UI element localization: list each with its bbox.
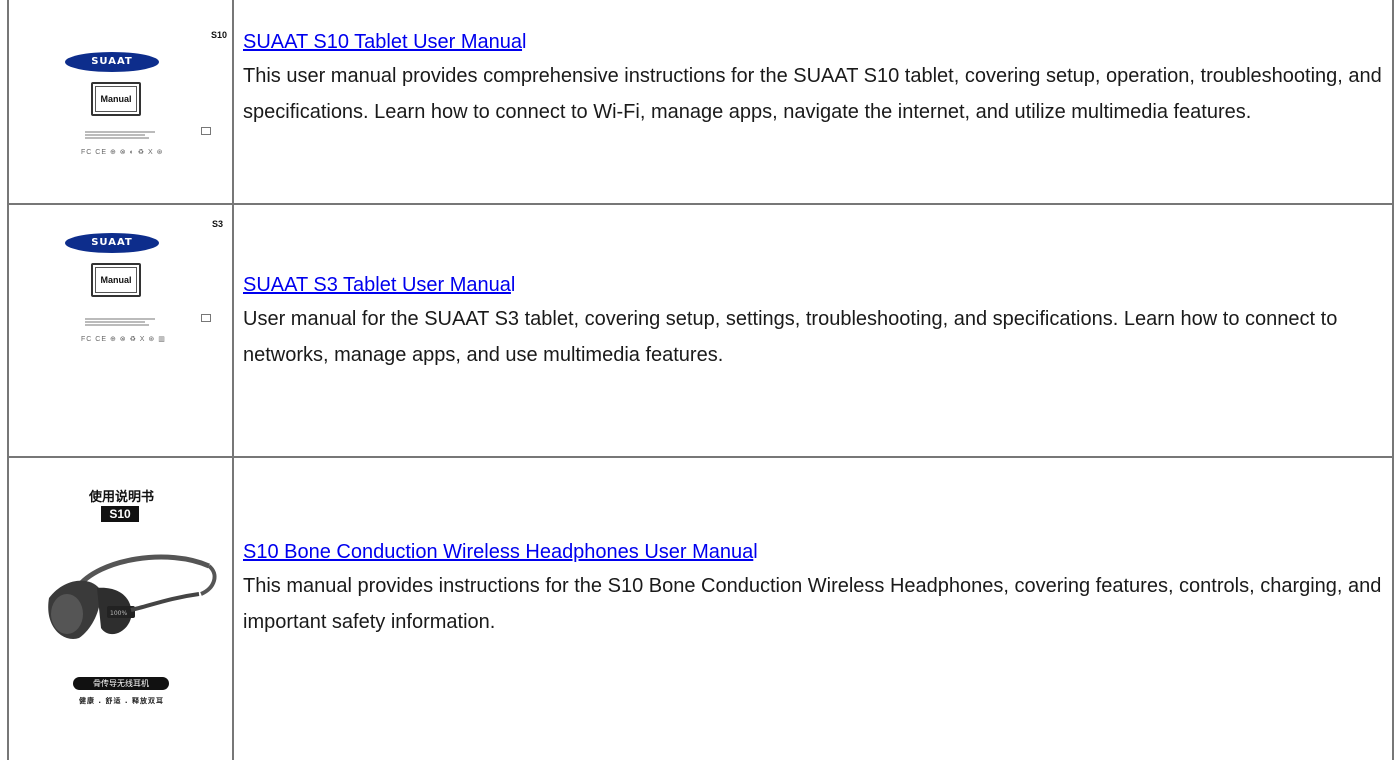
cover-manual-box: Manual xyxy=(91,82,141,116)
manual-title-tail: l xyxy=(753,541,758,563)
svg-text:100%: 100% xyxy=(110,610,127,617)
manual-entry: SUAAT S10 Tablet User Manual This user m… xyxy=(243,28,1382,130)
cover-model-label: S3 xyxy=(211,219,223,229)
cover-manual-box: Manual xyxy=(91,263,141,297)
thumbnail-cell: S3 SUAAT Manual FC CE ⊕ ⊗ ♻ X ⊛ ▥ xyxy=(9,205,234,456)
manual-title-tail: l xyxy=(522,31,527,53)
manual-cover-thumbnail[interactable]: 使用说明书 S10 100% 骨传导无线耳机 健康 . 舒适 . 释放双耳 xyxy=(9,458,234,744)
manual-title-link[interactable]: S10 Bone Conduction Wireless Headphones … xyxy=(243,541,753,563)
certification-icons: FC CE ⊕ ⊗ ♻ X ⊛ ▥ xyxy=(81,336,166,343)
cover-product-pill: 骨传导无线耳机 xyxy=(73,677,169,690)
manual-title-link[interactable]: SUAAT S3 Tablet User Manua xyxy=(243,274,511,296)
manual-title-tail: l xyxy=(510,274,516,296)
thumbnail-cell: 使用说明书 S10 100% 骨传导无线耳机 健康 . 舒适 . 释放双耳 xyxy=(9,458,234,760)
thumbnail-cell: S10 SUAAT Manual FC CE ⊕ ⊗ ◐ ♻ X ⊛ xyxy=(9,0,234,203)
cover-fine-print xyxy=(85,130,155,140)
manual-description: This user manual provides comprehensive … xyxy=(243,65,1382,123)
manual-title-link[interactable]: SUAAT S10 Tablet User Manua xyxy=(243,31,522,53)
table-row: S10 SUAAT Manual FC CE ⊕ ⊗ ◐ ♻ X ⊛ SUAAT… xyxy=(9,0,1392,205)
manual-cover-thumbnail[interactable]: S10 SUAAT Manual FC CE ⊕ ⊗ ◐ ♻ X ⊛ xyxy=(65,30,227,180)
cover-model-label: S10 xyxy=(101,506,139,522)
manual-entry: S10 Bone Conduction Wireless Headphones … xyxy=(243,538,1382,640)
suaat-logo: SUAAT xyxy=(65,233,159,253)
suaat-logo: SUAAT xyxy=(65,52,159,72)
certification-icons: FC CE ⊕ ⊗ ◐ ♻ X ⊛ xyxy=(81,149,164,156)
cover-heading: 使用说明书 xyxy=(88,490,154,505)
manual-description: This manual provides instructions for th… xyxy=(243,575,1382,633)
tablet-icon xyxy=(201,314,211,322)
manual-entry: SUAAT S3 Tablet User Manual User manual … xyxy=(243,271,1382,373)
headphones-image: 100% xyxy=(48,554,217,639)
table-row: 使用说明书 S10 100% 骨传导无线耳机 健康 . 舒适 . 释放双耳 S1… xyxy=(9,458,1392,760)
table-row: S3 SUAAT Manual FC CE ⊕ ⊗ ♻ X ⊛ ▥ SUAAT … xyxy=(9,205,1392,458)
cover-subtitle: 健康 . 舒适 . 释放双耳 xyxy=(78,697,165,705)
manual-cover-thumbnail[interactable]: S3 SUAAT Manual FC CE ⊕ ⊗ ♻ X ⊛ ▥ xyxy=(65,219,223,369)
manual-description: User manual for the SUAAT S3 tablet, cov… xyxy=(243,308,1338,366)
cover-model-label: S10 xyxy=(210,30,227,40)
cover-fine-print xyxy=(85,317,155,327)
tablet-icon xyxy=(201,127,211,135)
manuals-table: S10 SUAAT Manual FC CE ⊕ ⊗ ◐ ♻ X ⊛ SUAAT… xyxy=(7,0,1394,760)
